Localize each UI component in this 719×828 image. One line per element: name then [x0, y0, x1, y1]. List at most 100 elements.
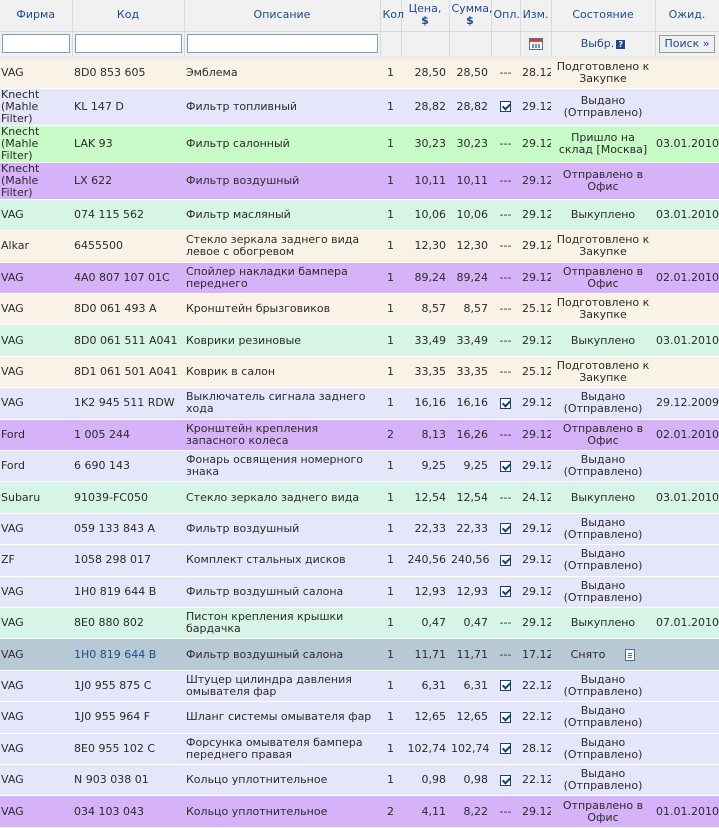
- qty-cell: 1: [380, 670, 401, 703]
- table-row[interactable]: VAG 8E0 955 102 C Форсунка омывателя бампе…: [0, 733, 719, 765]
- description-cell: Комплект стальных дисков: [184, 544, 380, 577]
- help-icon[interactable]: ?: [616, 39, 626, 49]
- paid-checkbox[interactable]: [500, 586, 511, 598]
- table-row[interactable]: VAG 1H0 819 644 B Фильтр воздушный салона 1…: [0, 638, 719, 671]
- firm-cell: VAG: [0, 764, 72, 797]
- table-row[interactable]: ZF 1058 298 017 Комплект стальных дисков 1 2…: [0, 544, 719, 577]
- column-header-price[interactable]: Цена, $: [401, 0, 450, 32]
- paid-cell: ---: [491, 356, 520, 389]
- table-row[interactable]: Ford 1 005 244 Кронштейн крепления запасно…: [0, 419, 719, 452]
- search-button[interactable]: Поиск »: [659, 34, 715, 53]
- qty-cell: 1: [380, 88, 401, 126]
- description-cell: Кронштейн крепления запасного колеса: [184, 419, 380, 452]
- paid-checkbox[interactable]: [500, 101, 511, 113]
- state-cell: Выкуплено: [551, 199, 655, 232]
- sum-cell: 12,30: [449, 230, 491, 263]
- table-row[interactable]: Ford 6 690 143 Фонарь освящения номерного …: [0, 450, 719, 483]
- code-cell: 6 690 143: [72, 450, 184, 483]
- paid-checkbox[interactable]: [500, 523, 511, 535]
- expected-cell: 03.01.2010: [655, 125, 719, 163]
- table-row[interactable]: VAG 8D0 061 493 A Кронштейн брызговиков 1 8,…: [0, 293, 719, 326]
- table-row[interactable]: Knecht (Mahle Filter) KL 147 D Фильтр топл…: [0, 88, 719, 126]
- description-cell: Штуцер цилиндра давления омывателя фар: [184, 670, 380, 703]
- column-header-state[interactable]: Состояние: [551, 0, 656, 32]
- column-header-sum[interactable]: Сумма, $: [449, 0, 493, 32]
- price-cell: 89,24: [401, 262, 449, 295]
- state-select-link[interactable]: Выбр.: [581, 37, 615, 50]
- table-row[interactable]: VAG 8D0 061 511 A041 Коврики резиновые 1 33,…: [0, 324, 719, 357]
- table-row[interactable]: VAG 4A0 807 107 01C Спойлер накладки бампе…: [0, 262, 719, 295]
- changed-cell: 22.12: [520, 764, 551, 797]
- calendar-icon[interactable]: [528, 38, 543, 50]
- table-row[interactable]: VAG 8D0 853 605 Эмблема 1 28,50 28,50 --- 28.12…: [0, 57, 719, 89]
- qty-cell: 1: [380, 199, 401, 232]
- expected-cell: 03.01.2010: [655, 481, 719, 514]
- paid-cell: ---: [491, 293, 520, 326]
- sum-cell: 30,23: [449, 125, 491, 163]
- filter-row: Выбр.? Поиск »: [0, 31, 719, 59]
- table-row[interactable]: VAG 059 133 843 A Фильтр воздушный 1 22,33 22…: [0, 513, 719, 546]
- column-header-firm[interactable]: Фирма: [0, 0, 73, 32]
- qty-cell: 1: [380, 387, 401, 420]
- column-header-paid[interactable]: Опл.: [491, 0, 521, 32]
- state-label: Снято: [570, 647, 606, 661]
- state-cell: Выдано (Отправлено): [551, 733, 655, 765]
- expected-cell: 03.01.2010: [655, 324, 719, 357]
- paid-cell: ---: [491, 638, 520, 671]
- filter-cell-code: [72, 31, 185, 59]
- sum-cell: 10,06: [449, 199, 491, 232]
- firm-cell: VAG: [0, 638, 72, 671]
- description-cell: Фильтр воздушный: [184, 162, 380, 200]
- description-cell: Фильтр топливный: [184, 88, 380, 126]
- sum-cell: 6,31: [449, 670, 491, 703]
- firm-filter-input[interactable]: [2, 34, 70, 53]
- table-row[interactable]: Alkar 6455500 Стекло зеркала заднего вида …: [0, 230, 719, 263]
- table-row[interactable]: VAG 1K2 945 511 RDW Выключатель сигнала за…: [0, 387, 719, 420]
- description-filter-input[interactable]: [186, 34, 378, 53]
- code-cell: KL 147 D: [72, 88, 184, 126]
- code-filter-input[interactable]: [74, 34, 182, 53]
- state-cell: Выдано (Отправлено): [551, 88, 655, 126]
- table-row[interactable]: VAG 8D1 061 501 A041 Коврик в салон 1 33,35 3…: [0, 356, 719, 389]
- description-cell: Выключатель сигнала заднего хода: [184, 387, 380, 420]
- table-row[interactable]: VAG N 903 038 01 Кольцо уплотнительное 1 0,9…: [0, 764, 719, 797]
- changed-cell: 29.12: [520, 544, 551, 577]
- expected-cell: 07.01.2010: [655, 607, 719, 640]
- column-header-description[interactable]: Описание: [184, 0, 381, 32]
- paid-checkbox[interactable]: [500, 397, 511, 409]
- table-row[interactable]: VAG 1J0 955 964 F Шланг системы омывателя …: [0, 701, 719, 734]
- sum-cell: 11,71: [449, 638, 491, 671]
- paid-checkbox[interactable]: [500, 743, 511, 755]
- column-header-code[interactable]: Код: [72, 0, 185, 32]
- column-header-qty[interactable]: Кол: [380, 0, 404, 32]
- firm-cell: Ford: [0, 450, 72, 483]
- column-header-changed[interactable]: Изм.: [520, 0, 552, 32]
- price-cell: 16,16: [401, 387, 449, 420]
- expected-cell: [655, 544, 719, 577]
- paid-checkbox[interactable]: [500, 460, 511, 472]
- paid-checkbox[interactable]: [500, 554, 511, 566]
- paid-checkbox[interactable]: [500, 680, 511, 692]
- expected-cell: [655, 162, 719, 200]
- sum-cell: 102,74: [449, 733, 491, 765]
- paid-cell: ---: [491, 57, 520, 89]
- changed-cell: 22.12: [520, 670, 551, 703]
- paid-checkbox[interactable]: [500, 774, 511, 786]
- table-row[interactable]: VAG 1H0 819 644 B Фильтр воздушный салона 1…: [0, 576, 719, 608]
- table-row[interactable]: Knecht (Mahle Filter) LAK 93 Фильтр салонн…: [0, 125, 719, 163]
- table-row[interactable]: VAG 074 115 562 Фильтр масляный 1 10,06 10,06…: [0, 199, 719, 232]
- table-row[interactable]: VAG 034 103 043 Кольцо уплотнительное 2 4,11…: [0, 795, 719, 828]
- code-cell: 1H0 819 644 B: [72, 638, 184, 671]
- expected-cell: 03.01.2010: [655, 199, 719, 232]
- sum-cell: 16,16: [449, 387, 491, 420]
- price-cell: 8,13: [401, 419, 449, 452]
- table-row[interactable]: VAG 8E0 880 802 Пистон крепления крышки ба…: [0, 607, 719, 640]
- table-row[interactable]: VAG 1J0 955 875 C Штуцер цилиндра давления…: [0, 670, 719, 703]
- edit-icon[interactable]: [625, 648, 636, 661]
- paid-checkbox[interactable]: [500, 711, 511, 723]
- table-row[interactable]: Subaru 91039-FC050 Стекло зеркало заднего …: [0, 481, 719, 514]
- table-row[interactable]: Knecht (Mahle Filter) LX 622 Фильтр воздуш…: [0, 162, 719, 200]
- column-header-expected[interactable]: Ожид.: [655, 0, 719, 32]
- state-label: Выдано (Отправлено): [563, 453, 643, 479]
- filter-cell-empty: [449, 31, 492, 59]
